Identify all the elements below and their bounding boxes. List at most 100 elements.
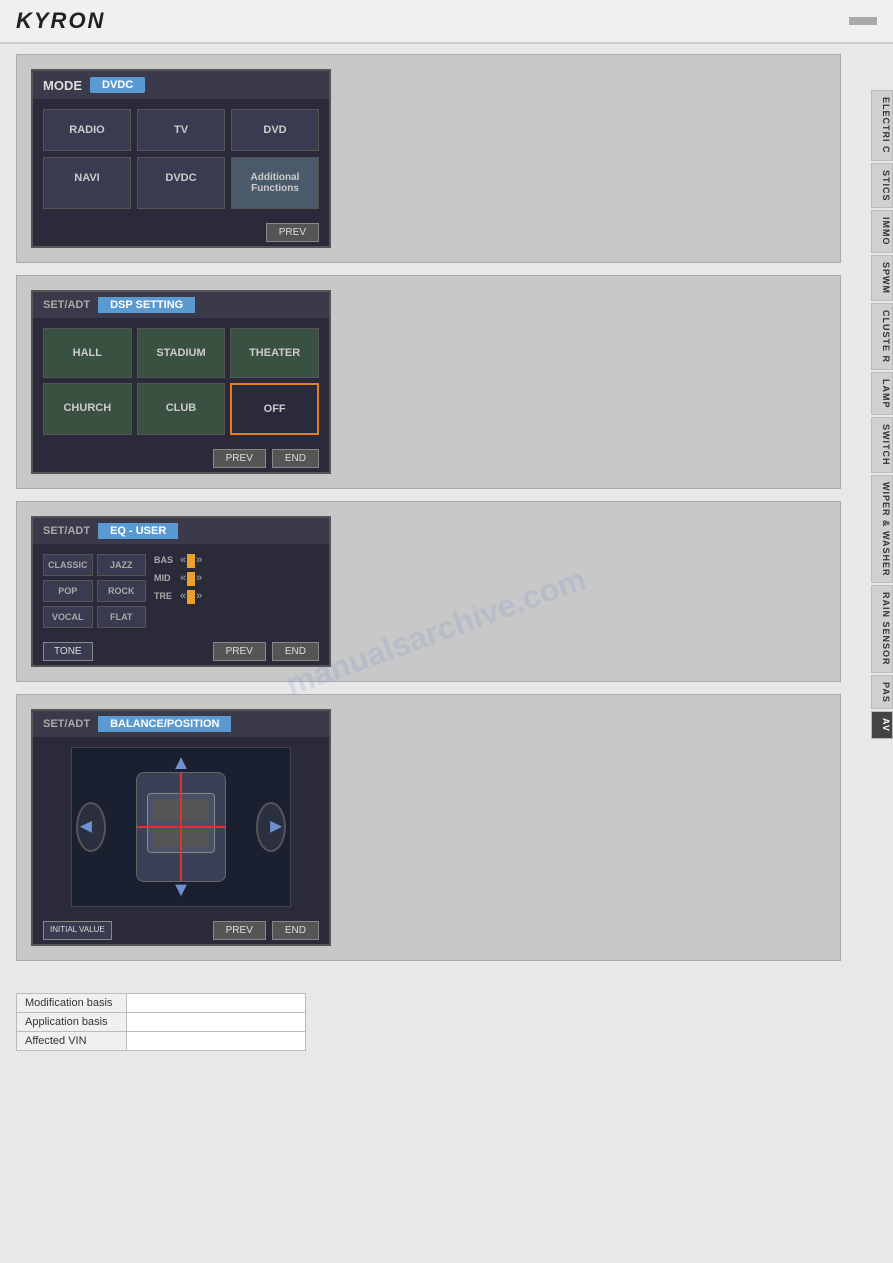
- eq-setadt-label: SET/ADT: [43, 525, 90, 537]
- eq-title: EQ - USER: [98, 523, 178, 539]
- balance-display: ▲ ▼ ◄ ►: [71, 747, 291, 907]
- eq-end-btn[interactable]: END: [272, 642, 319, 661]
- bottom-table: Modification basis Application basis Aff…: [16, 993, 306, 1051]
- eq-tre-right-arrow[interactable]: »: [196, 590, 202, 602]
- tab-switch[interactable]: SWITCH: [871, 417, 893, 473]
- mode-screen: MODE DVDC RADIO TV DVD NAVI DVDC Additio…: [31, 69, 331, 248]
- balance-line-horizontal: [137, 826, 225, 828]
- eq-mid-left-arrow[interactable]: «: [180, 572, 186, 584]
- eq-screen: SET/ADT EQ - USER CLASSIC JAZZ POP ROCK …: [31, 516, 331, 667]
- eq-preset-pop[interactable]: POP: [43, 580, 93, 602]
- eq-body: CLASSIC JAZZ POP ROCK VOCAL FLAT BAS «: [33, 544, 329, 638]
- mode-btn-dvdc[interactable]: DVDC: [137, 157, 225, 209]
- affected-vin-label: Affected VIN: [17, 1032, 127, 1051]
- section-balance: SET/ADT BALANCE/POSITION ▲ ▼ ◄: [16, 694, 841, 961]
- mode-prev-btn[interactable]: PREV: [266, 223, 319, 242]
- mode-label: MODE: [43, 78, 82, 93]
- balance-screen-header: SET/ADT BALANCE/POSITION: [33, 711, 329, 737]
- eq-slider-mid: MID « »: [154, 572, 202, 584]
- right-tab-panel: ELECTRI CSTICSIMMOSPWMCLUSTE RLAMPSWITCH…: [871, 90, 893, 739]
- section-dsp-inner: SET/ADT DSP SETTING HALL STADIUM THEATER…: [31, 290, 826, 474]
- eq-prev-btn[interactable]: PREV: [213, 642, 266, 661]
- eq-preset-vocal[interactable]: VOCAL: [43, 606, 93, 628]
- dsp-btn-stadium[interactable]: STADIUM: [137, 328, 226, 378]
- dsp-screen: SET/ADT DSP SETTING HALL STADIUM THEATER…: [31, 290, 331, 474]
- table-row-application: Application basis: [17, 1013, 306, 1032]
- eq-slider-tre: TRE « »: [154, 590, 202, 602]
- dsp-buttons-grid: HALL STADIUM THEATER CHURCH CLUB OFF: [33, 318, 329, 445]
- tab-av[interactable]: AV: [871, 711, 893, 739]
- eq-bas-track[interactable]: [190, 556, 192, 564]
- mode-buttons-grid: RADIO TV DVD NAVI DVDC AdditionalFunctio…: [33, 99, 329, 219]
- eq-mid-track[interactable]: [190, 574, 192, 582]
- eq-tone-btn[interactable]: TONE: [43, 642, 93, 661]
- eq-preset-flat[interactable]: FLAT: [97, 606, 147, 628]
- eq-bas-left-arrow[interactable]: «: [180, 554, 186, 566]
- balance-nav-btns: PREV END: [213, 921, 319, 940]
- section-balance-text: [347, 709, 826, 946]
- balance-setadt-label: SET/ADT: [43, 718, 90, 730]
- dsp-btn-church[interactable]: CHURCH: [43, 383, 132, 435]
- tab-rain[interactable]: RAIN SENSOR: [871, 585, 893, 673]
- dsp-setadt-label: SET/ADT: [43, 299, 90, 311]
- tab-wiper[interactable]: WIPER & WASHER: [871, 475, 893, 584]
- dsp-btn-hall[interactable]: HALL: [43, 328, 132, 378]
- table-row-modification: Modification basis: [17, 994, 306, 1013]
- dsp-title: DSP SETTING: [98, 297, 195, 313]
- dsp-btn-club[interactable]: CLUB: [137, 383, 226, 435]
- mode-value: DVDC: [90, 77, 145, 93]
- eq-bas-right-arrow[interactable]: »: [196, 554, 202, 566]
- mode-btn-tv[interactable]: TV: [137, 109, 225, 151]
- eq-screen-header: SET/ADT EQ - USER: [33, 518, 329, 544]
- table-row-affected: Affected VIN: [17, 1032, 306, 1051]
- section-mode-text: [347, 69, 826, 248]
- eq-preset-rock[interactable]: ROCK: [97, 580, 147, 602]
- balance-arrow-right[interactable]: ►: [266, 816, 286, 839]
- eq-tre-left-arrow[interactable]: «: [180, 590, 186, 602]
- dsp-end-btn[interactable]: END: [272, 449, 319, 468]
- balance-car-body: [136, 772, 226, 882]
- dsp-prev-btn[interactable]: PREV: [213, 449, 266, 468]
- eq-sliders: BAS « » MID «: [154, 554, 202, 628]
- mode-screen-footer: PREV: [33, 219, 329, 246]
- eq-tre-track[interactable]: [190, 592, 192, 600]
- balance-title: BALANCE/POSITION: [98, 716, 231, 732]
- tab-immo[interactable]: IMMO: [871, 210, 893, 253]
- modification-basis-label: Modification basis: [17, 994, 127, 1013]
- balance-end-btn[interactable]: END: [272, 921, 319, 940]
- dsp-btn-theater[interactable]: THEATER: [230, 328, 319, 378]
- eq-mid-label: MID: [154, 573, 176, 583]
- balance-arrow-left[interactable]: ◄: [76, 816, 96, 839]
- tab-pas[interactable]: PAS: [871, 675, 893, 710]
- tab-lamp[interactable]: LAMP: [871, 372, 893, 416]
- balance-arrow-down[interactable]: ▼: [171, 879, 191, 902]
- mode-btn-additional[interactable]: AdditionalFunctions: [231, 157, 319, 209]
- mode-btn-dvd[interactable]: DVD: [231, 109, 319, 151]
- affected-vin-value: [127, 1032, 306, 1051]
- mode-screen-header: MODE DVDC: [33, 71, 329, 99]
- tab-stics[interactable]: STICS: [871, 163, 893, 209]
- eq-bas-label: BAS: [154, 555, 176, 565]
- mode-btn-navi[interactable]: NAVI: [43, 157, 131, 209]
- section-eq-text: [347, 516, 826, 667]
- balance-initial-value-btn[interactable]: INITIAL VALUE: [43, 921, 112, 939]
- eq-preset-classic[interactable]: CLASSIC: [43, 554, 93, 576]
- brand-logo: KYRON: [16, 8, 105, 34]
- balance-prev-btn[interactable]: PREV: [213, 921, 266, 940]
- section-mode: MODE DVDC RADIO TV DVD NAVI DVDC Additio…: [16, 54, 841, 263]
- application-basis-value: [127, 1013, 306, 1032]
- info-table: Modification basis Application basis Aff…: [16, 993, 306, 1051]
- section-dsp: SET/ADT DSP SETTING HALL STADIUM THEATER…: [16, 275, 841, 489]
- dsp-btn-off[interactable]: OFF: [230, 383, 319, 435]
- eq-bas-thumb: [187, 554, 195, 568]
- tab-cluster[interactable]: CLUSTE R: [871, 303, 893, 370]
- balance-display-wrapper: ▲ ▼ ◄ ►: [33, 737, 329, 917]
- dsp-screen-footer: PREV END: [33, 445, 329, 472]
- application-basis-label: Application basis: [17, 1013, 127, 1032]
- eq-preset-jazz[interactable]: JAZZ: [97, 554, 147, 576]
- tab-spwm[interactable]: SPWM: [871, 255, 893, 301]
- mode-btn-radio[interactable]: RADIO: [43, 109, 131, 151]
- section-balance-inner: SET/ADT BALANCE/POSITION ▲ ▼ ◄: [31, 709, 826, 946]
- tab-electric[interactable]: ELECTRI C: [871, 90, 893, 161]
- eq-mid-right-arrow[interactable]: »: [196, 572, 202, 584]
